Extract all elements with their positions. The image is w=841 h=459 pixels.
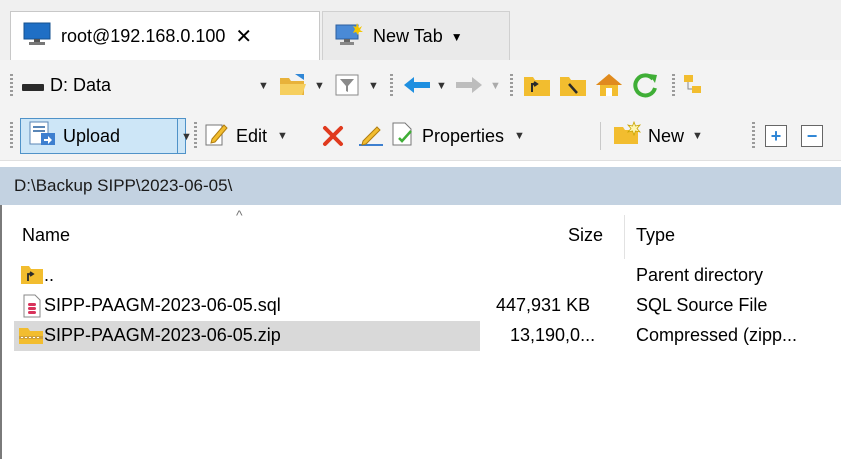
tab-close-icon[interactable]: ✕ <box>235 24 252 49</box>
path-bar[interactable]: D:\Backup SIPP\2023-06-05\ <box>0 167 841 205</box>
file-type: Parent directory <box>636 265 764 285</box>
open-dropdown-icon[interactable]: ▼ <box>314 80 325 92</box>
file-list[interactable]: ^ Name Size Type .. Parent directory SIP… <box>0 205 841 459</box>
navigation-toolbar: D: Data ▼ ▼ ▼ ▼ ▼ <box>0 60 841 112</box>
directory-tree-icon[interactable] <box>680 68 714 102</box>
home-icon[interactable] <box>592 68 626 102</box>
file-name: SIPP-PAAGM-2023-06-05.zip <box>44 325 281 345</box>
sort-ascending-icon: ^ <box>236 207 243 223</box>
toolbar-grip <box>752 122 755 150</box>
file-size: 447,931 KB <box>496 295 591 315</box>
toolbar-grip <box>672 74 675 98</box>
back-dropdown-icon[interactable]: ▼ <box>436 80 447 92</box>
drive-label: D: Data <box>50 74 112 95</box>
root-directory-icon[interactable] <box>556 68 590 102</box>
parent-folder-icon <box>20 263 44 290</box>
file-row-zip[interactable]: SIPP-PAAGM-2023-06-05.zip 13,190,0... Co… <box>10 321 841 351</box>
new-folder-icon <box>612 120 642 152</box>
back-arrow-icon[interactable] <box>400 68 434 102</box>
new-label: New <box>648 125 685 146</box>
tab-strip: root@192.168.0.100 ✕ New Tab ▼ <box>0 0 841 61</box>
column-header-row: ^ Name Size Type <box>2 205 841 261</box>
new-dropdown-icon[interactable]: ▼ <box>692 130 703 142</box>
file-type: Compressed (zipp... <box>636 325 798 345</box>
properties-button[interactable]: Properties ▼ <box>390 118 525 154</box>
upload-icon <box>27 120 57 153</box>
toolbar-grip[interactable] <box>10 74 13 98</box>
current-path: D:\Backup SIPP\2023-06-05\ <box>14 176 233 195</box>
file-actions-toolbar: Upload ▼ Edit ▼ Properties ▼ New ▼ + − <box>0 112 841 161</box>
file-size: 13,190,0... <box>510 325 596 345</box>
file-row-parent[interactable]: .. Parent directory <box>10 261 841 291</box>
tab-new-dropdown-icon[interactable]: ▼ <box>451 30 463 44</box>
column-header-type[interactable]: Type <box>636 225 675 246</box>
upload-label: Upload <box>63 125 121 146</box>
edit-button[interactable]: Edit ▼ <box>204 118 288 154</box>
toolbar-grip <box>194 122 197 150</box>
new-button[interactable]: New ▼ <box>612 118 703 154</box>
column-header-size[interactable]: Size <box>568 225 603 246</box>
select-files-plus-icon[interactable]: + <box>762 119 790 153</box>
toolbar-grip <box>510 74 513 98</box>
forward-arrow-icon[interactable] <box>452 68 486 102</box>
monitor-icon <box>23 22 51 51</box>
tab-session-label: root@192.168.0.100 <box>61 26 226 46</box>
tab-new[interactable]: New Tab ▼ <box>322 11 510 61</box>
filter-icon[interactable] <box>330 68 364 102</box>
delete-icon[interactable] <box>316 119 350 153</box>
edit-label: Edit <box>236 125 268 146</box>
forward-dropdown-icon[interactable]: ▼ <box>490 80 501 92</box>
drive-dropdown-icon[interactable]: ▼ <box>258 80 269 92</box>
drive-icon <box>22 83 44 91</box>
edit-pencil-icon <box>204 121 230 152</box>
properties-dropdown-icon[interactable]: ▼ <box>514 130 525 142</box>
toolbar-separator <box>600 122 601 150</box>
upload-dropdown-icon[interactable]: ▼ <box>181 131 192 143</box>
parent-directory-icon[interactable] <box>520 68 554 102</box>
plus-glyph: + <box>765 125 787 147</box>
open-folder-icon[interactable] <box>276 68 310 102</box>
file-name: .. <box>44 265 55 285</box>
minus-glyph: − <box>801 125 823 147</box>
upload-split-divider <box>177 119 178 153</box>
tab-session[interactable]: root@192.168.0.100 ✕ <box>10 11 320 61</box>
toolbar-grip[interactable] <box>10 122 13 150</box>
upload-button[interactable]: Upload ▼ <box>20 118 192 154</box>
file-row-sql[interactable]: SIPP-PAAGM-2023-06-05.sql 447,931 KB SQL… <box>10 291 841 321</box>
refresh-icon[interactable] <box>628 68 662 102</box>
rename-icon[interactable] <box>354 119 388 153</box>
sql-file-icon <box>22 294 42 323</box>
file-type: SQL Source File <box>636 295 768 315</box>
properties-icon <box>390 121 416 152</box>
drive-selector[interactable]: D: Data <box>22 70 270 100</box>
edit-dropdown-icon[interactable]: ▼ <box>277 130 288 142</box>
toolbar-grip <box>390 74 393 98</box>
properties-label: Properties <box>422 125 505 146</box>
new-tab-monitor-icon <box>335 22 363 51</box>
column-divider[interactable] <box>624 215 625 259</box>
file-name: SIPP-PAAGM-2023-06-05.sql <box>44 295 281 315</box>
unselect-files-minus-icon[interactable]: − <box>798 119 826 153</box>
tab-new-label: New Tab <box>373 26 443 46</box>
filter-dropdown-icon[interactable]: ▼ <box>368 80 379 92</box>
column-header-name[interactable]: Name <box>22 225 70 246</box>
zip-folder-icon <box>18 324 44 351</box>
